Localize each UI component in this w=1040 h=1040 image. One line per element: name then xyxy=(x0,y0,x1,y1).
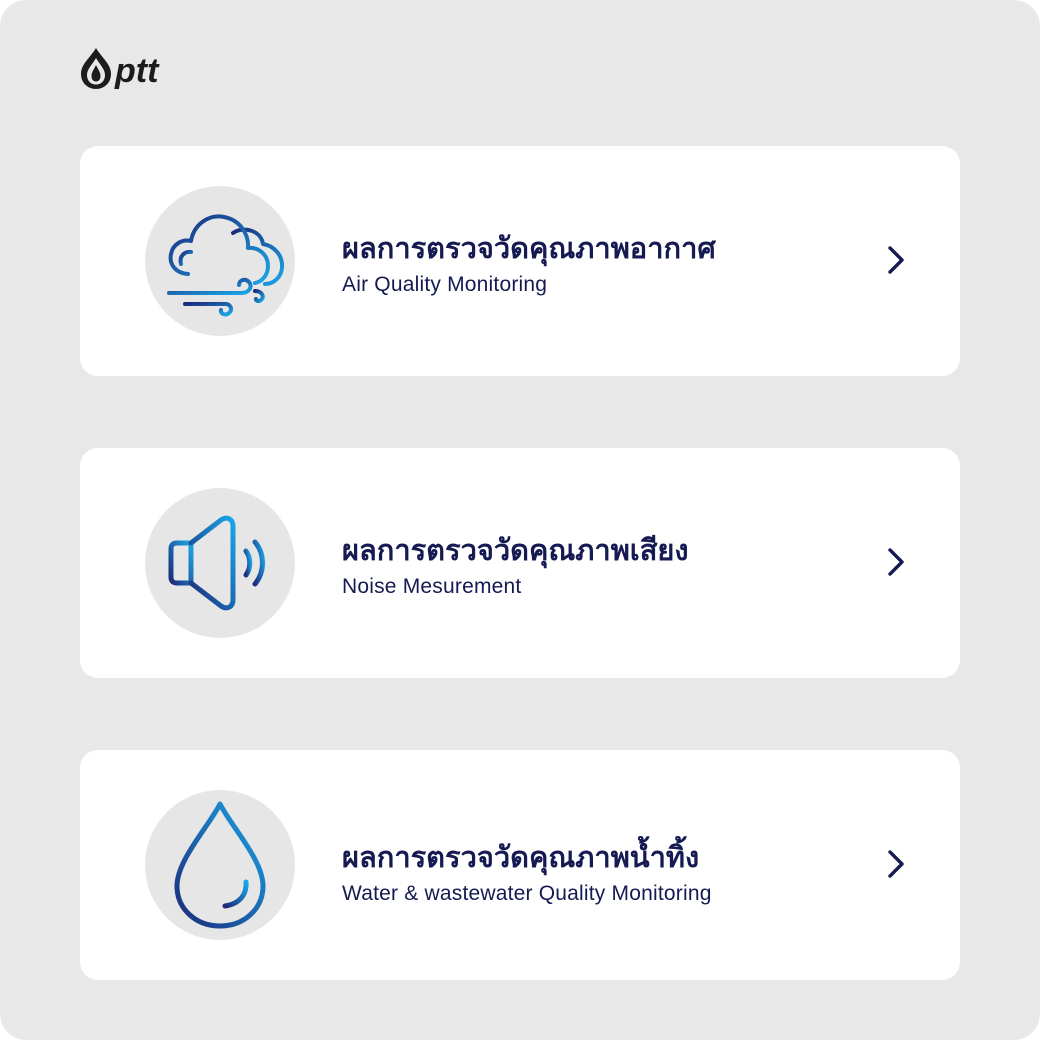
card-title-th: ผลการตรวจวัดคุณภาพเสียง xyxy=(342,533,689,567)
card-text: ผลการตรวจวัดคุณภาพอากาศ Air Quality Moni… xyxy=(342,228,716,300)
air-quality-card[interactable]: ผลการตรวจวัดคุณภาพอากาศ Air Quality Moni… xyxy=(80,146,960,376)
card-title-th: ผลการตรวจวัดคุณภาพอากาศ xyxy=(342,231,716,265)
cloud-wind-icon xyxy=(167,214,285,317)
page-background: ptt ผลการตรวจวัดคุณภาพอากาศ Air Quality … xyxy=(0,0,1040,1040)
noise-measurement-card[interactable]: ผลการตรวจวัดคุณภาพเสียง Noise Mesurement xyxy=(80,448,960,678)
ptt-logo-icon: ptt xyxy=(81,48,160,90)
chevron-right-icon[interactable] xyxy=(878,544,914,580)
icon-circle xyxy=(145,790,295,940)
chevron-right-icon[interactable] xyxy=(878,242,914,278)
card-title-th: ผลการตรวจวัดคุณภาพน้ำทิ้ง xyxy=(342,840,700,874)
card-title-en: Water & wastewater Quality Monitoring xyxy=(342,882,712,905)
icon-circle xyxy=(145,488,295,638)
card-title-en: Air Quality Monitoring xyxy=(342,273,548,296)
card-text: ผลการตรวจวัดคุณภาพน้ำทิ้ง Water & wastew… xyxy=(342,837,712,909)
svg-text:ptt: ptt xyxy=(114,52,160,90)
ptt-logo: ptt xyxy=(80,46,180,90)
chevron-right-icon[interactable] xyxy=(878,846,914,882)
water-drop-icon xyxy=(174,801,266,929)
card-title-en: Noise Mesurement xyxy=(342,575,522,598)
water-quality-card[interactable]: ผลการตรวจวัดคุณภาพน้ำทิ้ง Water & wastew… xyxy=(80,750,960,980)
icon-circle xyxy=(145,186,295,336)
speaker-icon xyxy=(168,515,265,611)
card-text: ผลการตรวจวัดคุณภาพเสียง Noise Mesurement xyxy=(342,530,689,602)
